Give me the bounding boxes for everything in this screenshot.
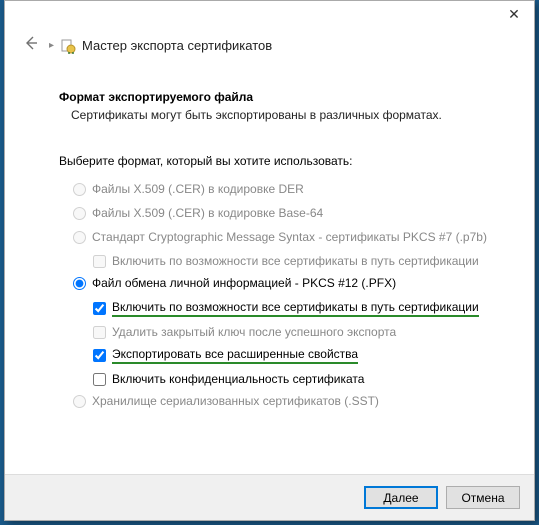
option-pkcs7-chain: Включить по возможности все сертификаты … [93, 254, 494, 268]
wizard-header: ▸ Мастер экспорта сертификатов [5, 29, 534, 70]
checkbox-pfx-extprops[interactable] [93, 349, 106, 362]
radio-base64 [73, 207, 86, 220]
next-button[interactable]: Далее [364, 486, 438, 509]
certificate-wizard-icon [60, 38, 76, 54]
option-der: Файлы X.509 (.CER) в кодировке DER [73, 182, 494, 196]
instruction-text: Выберите формат, который вы хотите испол… [59, 154, 494, 168]
wizard-footer: Далее Отмена [5, 474, 534, 520]
back-button[interactable] [19, 35, 43, 56]
label-pfx-extprops: Экспортировать все расширенные свойства [112, 347, 358, 364]
radio-sst [73, 395, 86, 408]
label-pkcs7: Стандарт Cryptographic Message Syntax - … [92, 230, 487, 244]
option-pfx-delete: Удалить закрытый ключ после успешного эк… [93, 325, 494, 339]
label-pkcs7-chain: Включить по возможности все сертификаты … [112, 254, 479, 268]
label-sst: Хранилище сериализованных сертификатов (… [92, 394, 379, 408]
wizard-content: Формат экспортируемого файла Сертификаты… [5, 70, 534, 408]
option-sst: Хранилище сериализованных сертификатов (… [73, 394, 494, 408]
checkbox-pfx-chain[interactable] [93, 302, 106, 315]
close-button[interactable]: ✕ [500, 3, 528, 25]
checkbox-pkcs7-chain [93, 255, 106, 268]
radio-pfx[interactable] [73, 277, 86, 290]
arrow-left-icon [23, 35, 39, 51]
label-base64: Файлы X.509 (.CER) в кодировке Base-64 [92, 206, 323, 220]
section-title: Формат экспортируемого файла [59, 90, 494, 104]
radio-pkcs7 [73, 231, 86, 244]
checkbox-pfx-privacy[interactable] [93, 373, 106, 386]
breadcrumb-separator-icon: ▸ [49, 40, 54, 51]
wizard-title: Мастер экспорта сертификатов [82, 38, 272, 53]
wizard-window: ✕ ▸ Мастер экспорта сертификатов Формат … [4, 0, 535, 521]
option-pfx-extprops[interactable]: Экспортировать все расширенные свойства [93, 347, 494, 364]
option-pfx-chain[interactable]: Включить по возможности все сертификаты … [93, 300, 494, 317]
label-pfx-delete: Удалить закрытый ключ после успешного эк… [112, 325, 396, 339]
radio-der [73, 183, 86, 196]
option-pfx[interactable]: Файл обмена личной информацией - PKCS #1… [73, 276, 494, 290]
option-pkcs7: Стандарт Cryptographic Message Syntax - … [73, 230, 494, 244]
label-der: Файлы X.509 (.CER) в кодировке DER [92, 182, 304, 196]
section-subtitle: Сертификаты могут быть экспортированы в … [71, 108, 494, 122]
titlebar: ✕ [5, 1, 534, 29]
checkbox-pfx-delete [93, 326, 106, 339]
label-pfx-privacy: Включить конфиденциальность сертификата [112, 372, 364, 386]
label-pfx-chain: Включить по возможности все сертификаты … [112, 300, 479, 317]
label-pfx: Файл обмена личной информацией - PKCS #1… [92, 276, 396, 290]
cancel-button[interactable]: Отмена [446, 486, 520, 509]
close-icon: ✕ [508, 6, 520, 23]
option-base64: Файлы X.509 (.CER) в кодировке Base-64 [73, 206, 494, 220]
option-pfx-privacy[interactable]: Включить конфиденциальность сертификата [93, 372, 494, 386]
